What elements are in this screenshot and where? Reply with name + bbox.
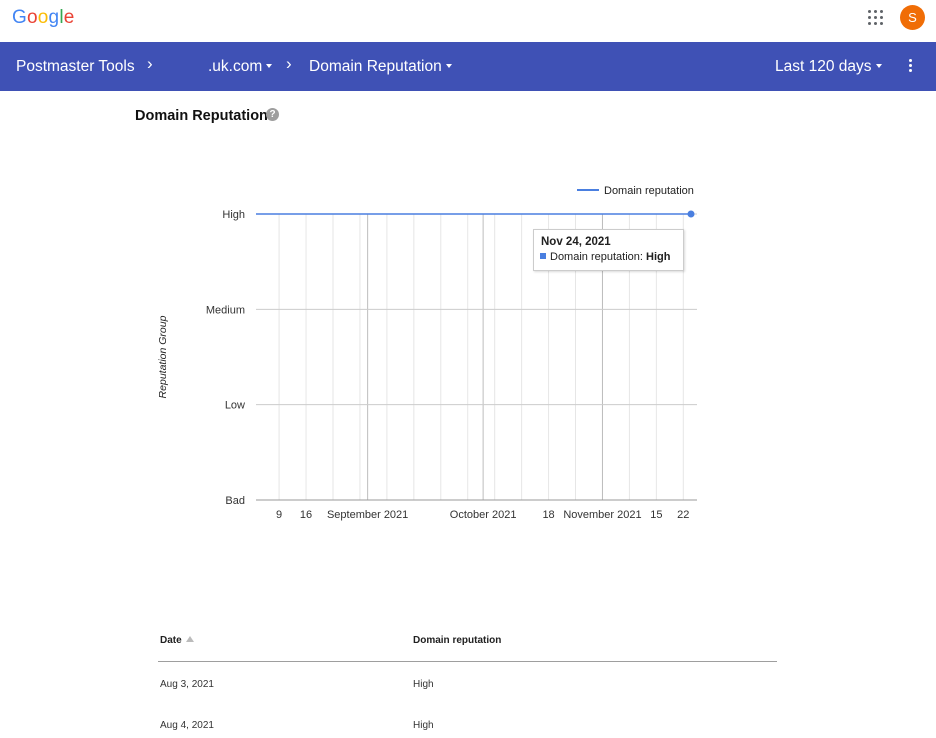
x-tick-label: 9 — [276, 509, 282, 521]
tooltip-date: Nov 24, 2021 — [541, 236, 611, 248]
table-cell-reputation: High — [413, 679, 434, 690]
sort-ascending-icon[interactable] — [185, 636, 194, 643]
y-tick-label: Medium — [206, 304, 245, 316]
tooltip-label: Domain reputation: — [550, 251, 643, 263]
x-tick-label: 15 — [650, 509, 662, 521]
date-column-header[interactable]: Date — [160, 635, 194, 646]
tooltip-value: High — [646, 251, 671, 263]
y-tick-label: Bad — [225, 495, 245, 507]
x-tick-label: 18 — [542, 509, 554, 521]
x-tick-label: 16 — [300, 509, 312, 521]
reputation-column-header[interactable]: Domain reputation — [413, 635, 501, 646]
table-cell-date: Aug 3, 2021 — [160, 679, 214, 690]
reputation-chart: Bad Low Medium High 9 16 September 2021 October… — [157, 185, 697, 521]
table-cell-reputation: High — [413, 720, 434, 731]
y-axis-label: Reputation Group — [157, 315, 169, 398]
series-swatch — [540, 253, 546, 260]
y-tick-label: Low — [225, 400, 245, 412]
table-cell-date: Aug 4, 2021 — [160, 720, 214, 731]
date-header-label: Date — [160, 635, 182, 646]
header-divider — [158, 661, 777, 662]
chart-tooltip: Nov 24, 2021 Domain reputation: High — [533, 229, 684, 271]
x-tick-label: October 2021 — [450, 509, 517, 521]
x-tick-label: September 2021 — [327, 509, 408, 521]
x-tick-label: November 2021 — [563, 509, 641, 521]
legend-label: Domain reputation — [604, 185, 694, 197]
data-point — [687, 210, 695, 218]
x-tick-label: 22 — [677, 509, 689, 521]
y-tick-label: High — [222, 209, 245, 221]
tooltip-row: Domain reputation: High — [540, 251, 670, 263]
